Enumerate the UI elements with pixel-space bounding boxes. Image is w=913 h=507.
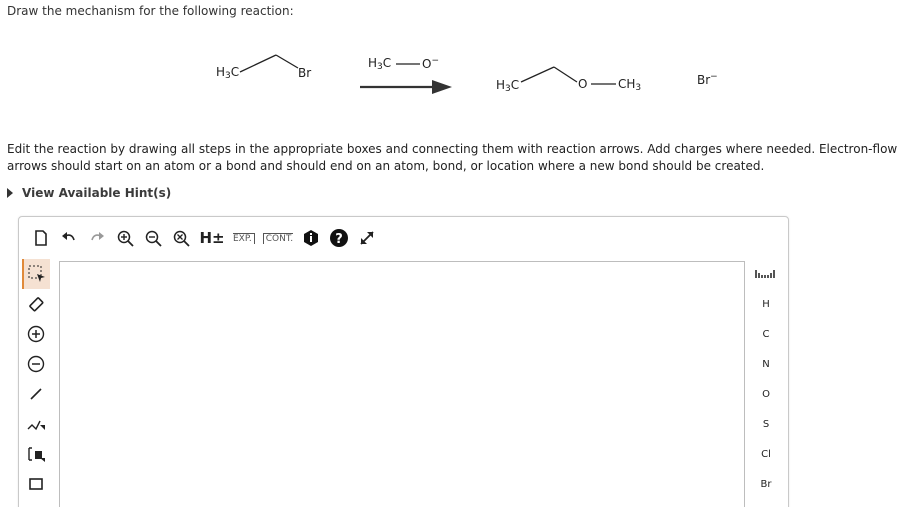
element-br[interactable]: Br <box>744 469 788 499</box>
element-n[interactable]: N <box>744 349 788 379</box>
drawing-canvas[interactable] <box>59 261 745 507</box>
expand-triangle-icon <box>7 188 13 198</box>
fullscreen-icon[interactable] <box>354 225 380 251</box>
template-tool-icon[interactable] <box>22 439 50 469</box>
reaction-bonds <box>239 54 616 94</box>
positive-charge-icon[interactable] <box>22 319 50 349</box>
rectangle-tool-icon[interactable] <box>22 469 50 499</box>
new-document-icon[interactable] <box>28 225 54 251</box>
element-s[interactable]: S <box>744 409 788 439</box>
product-oxygen: O <box>578 77 588 91</box>
product-methyl: CH3 <box>618 77 642 93</box>
editor-toolbar: H± EXP. CONT. ? <box>19 217 788 259</box>
reagent-ch3: H3C <box>368 56 392 72</box>
reactant-ch3: H3C <box>216 65 240 81</box>
hint-label: View Available Hint(s) <box>22 186 172 200</box>
eraser-icon[interactable] <box>22 289 50 319</box>
expand-button[interactable]: EXP. <box>230 225 258 251</box>
undo-icon[interactable] <box>56 225 82 251</box>
help-icon[interactable]: ? <box>326 225 352 251</box>
element-h[interactable]: H <box>744 289 788 319</box>
contract-button[interactable]: CONT. <box>260 225 296 251</box>
reactant-br: Br <box>298 66 312 80</box>
chain-tool-icon[interactable] <box>22 409 50 439</box>
periodic-table-icon[interactable] <box>744 259 788 289</box>
cont-label: CONT. <box>262 232 294 244</box>
element-cl[interactable]: Cl <box>744 439 788 469</box>
element-o[interactable]: O <box>744 379 788 409</box>
instructions-text: Edit the reaction by drawing all steps i… <box>7 142 898 173</box>
svg-text:?: ? <box>335 232 343 247</box>
byproduct-bromide: Br− <box>697 72 718 87</box>
chemistry-editor: H± EXP. CONT. ? H C N O S Cl Br <box>18 216 789 507</box>
hydrogen-toggle-button[interactable]: H± <box>196 225 228 251</box>
view-hints-toggle[interactable]: View Available Hint(s) <box>7 186 171 200</box>
reaction-scheme: H3C Br H3C O− H3C O CH3 Br− <box>0 0 913 130</box>
reagent-oxide: O− <box>422 56 439 71</box>
zoom-reset-icon[interactable] <box>168 225 194 251</box>
zoom-out-icon[interactable] <box>140 225 166 251</box>
negative-charge-icon[interactable] <box>22 349 50 379</box>
element-c[interactable]: C <box>744 319 788 349</box>
info-icon[interactable] <box>298 225 324 251</box>
left-toolbar <box>19 259 53 499</box>
single-bond-icon[interactable] <box>22 379 50 409</box>
redo-icon[interactable] <box>84 225 110 251</box>
select-tool-icon[interactable] <box>22 259 50 289</box>
zoom-in-icon[interactable] <box>112 225 138 251</box>
product-ch3: H3C <box>496 78 520 94</box>
periodic-element-bar: H C N O S Cl Br <box>744 259 788 499</box>
exp-label: EXP. <box>233 232 255 244</box>
